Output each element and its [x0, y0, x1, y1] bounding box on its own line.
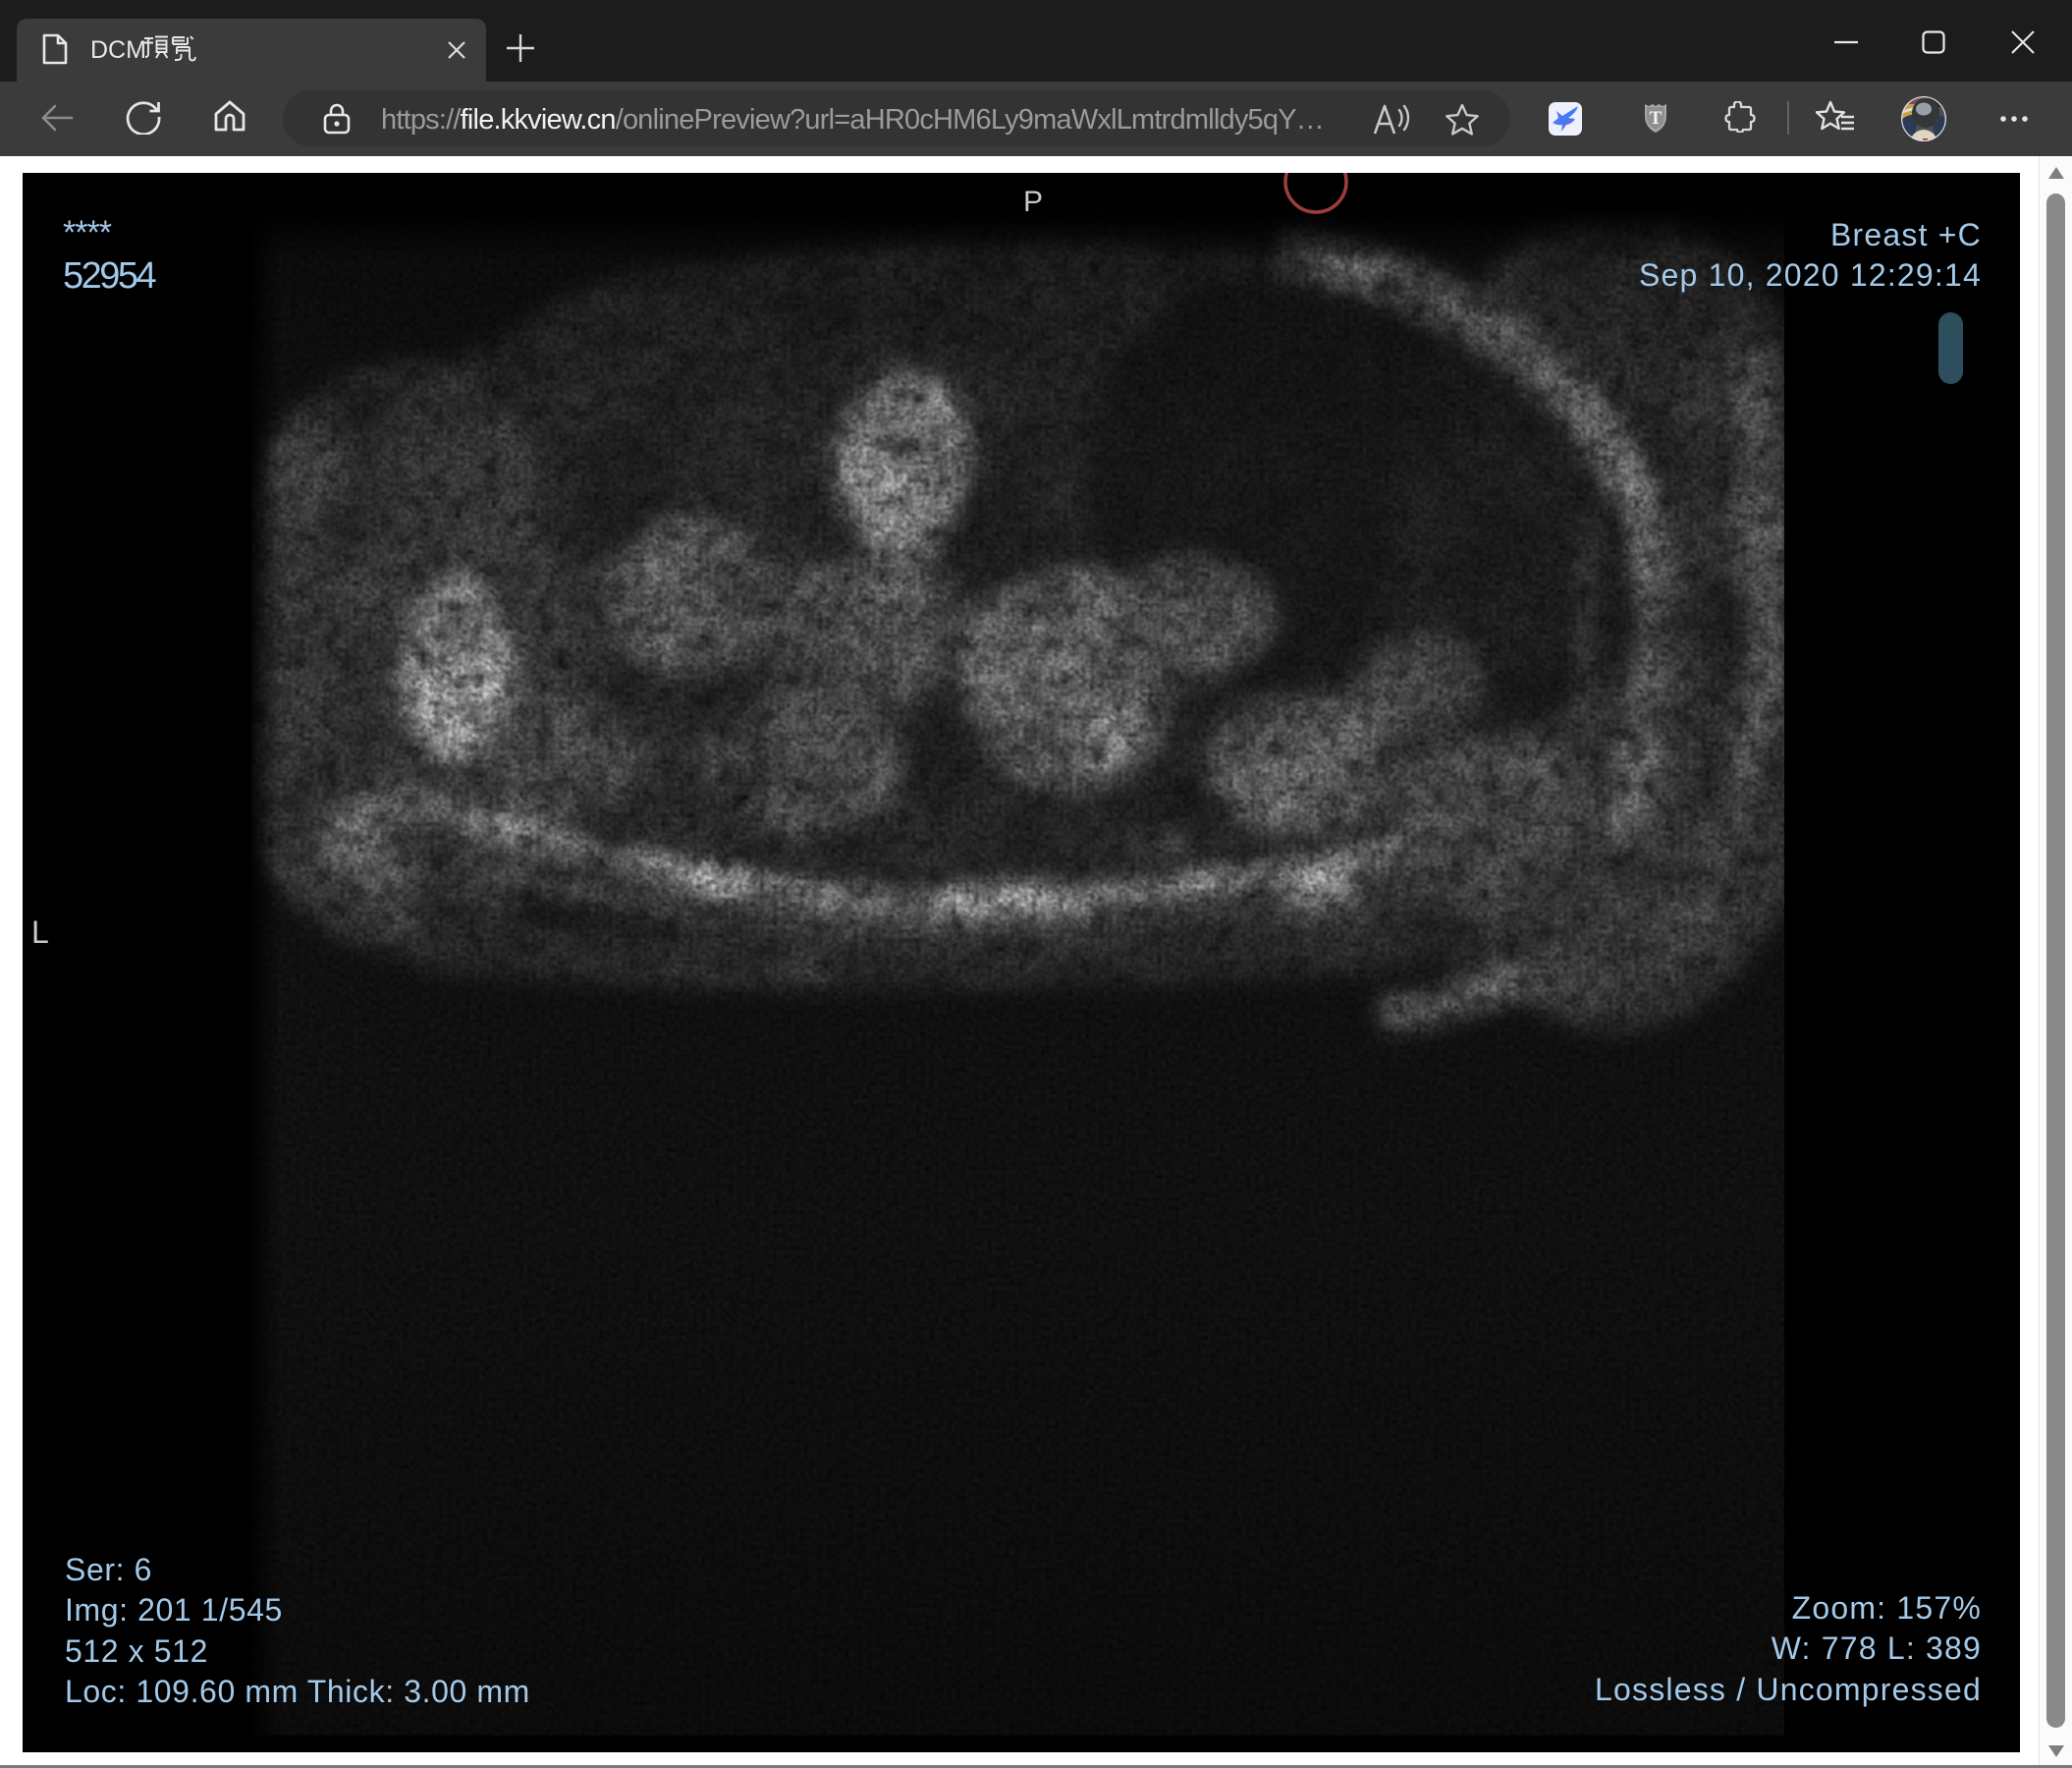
svg-text:T: T: [1650, 108, 1663, 129]
